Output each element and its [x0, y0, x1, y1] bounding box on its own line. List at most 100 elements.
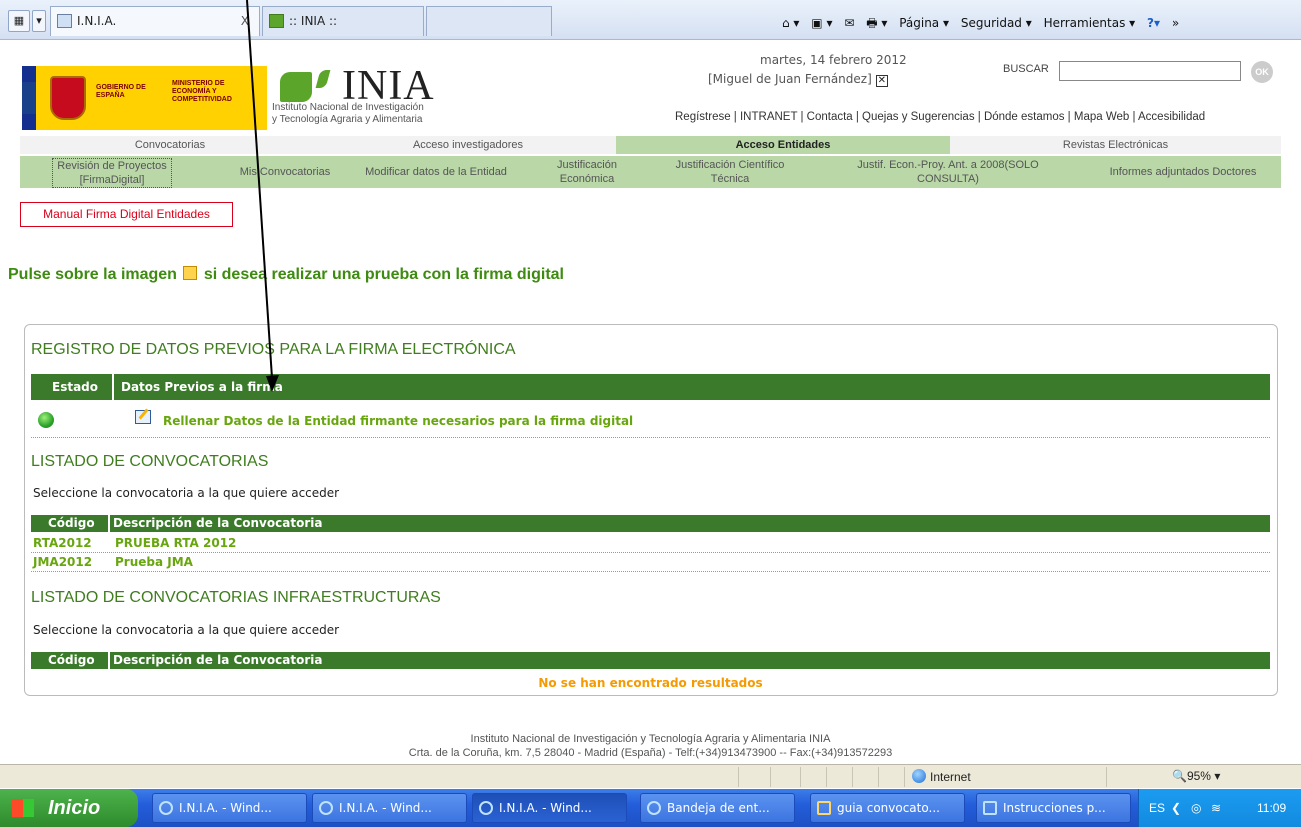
col-datos-previos: Datos Previos a la firma [121, 380, 283, 394]
search-ok-button[interactable]: OK [1251, 61, 1273, 83]
nav-acceso-investigadores[interactable]: Acceso investigadores [320, 136, 616, 154]
tray-network-icon[interactable]: ≋ [1211, 801, 1221, 815]
user-name: [Miguel de Juan Fernández] ✕ [708, 72, 888, 87]
menu-herramientas[interactable]: Herramientas ▾ [1044, 16, 1136, 30]
menu-pagina[interactable]: Página ▾ [899, 16, 949, 30]
mail-icon[interactable]: ✉ [844, 16, 854, 30]
search-input[interactable] [1059, 61, 1241, 81]
tray-app-icon[interactable]: ◎ [1191, 801, 1201, 815]
globe-icon [912, 769, 926, 783]
page-favicon-icon [57, 14, 72, 28]
col-descripcion: Descripción de la Convocatoria [113, 653, 323, 667]
new-tab-button[interactable] [426, 6, 552, 36]
current-date: martes, 14 febrero 2012 [760, 53, 907, 67]
start-button[interactable]: Inicio [0, 789, 138, 827]
footer-name: Instituto Nacional de Investigación y Te… [470, 733, 831, 745]
infra-instructions: Seleccione la convocatoria a la que quie… [33, 623, 340, 637]
language-indicator[interactable]: ES [1149, 801, 1165, 815]
row-code[interactable]: JMA2012 [33, 555, 92, 569]
manual-firma-button[interactable]: Manual Firma Digital Entidades [20, 202, 233, 227]
infra-header: Código Descripción de la Convocatoria [31, 652, 1270, 669]
registro-row: Rellenar Datos de la Entidad firmante ne… [31, 412, 1270, 438]
print-icon[interactable]: 🖶 ▾ [866, 16, 887, 30]
search-label: BUSCAR [1003, 63, 1049, 75]
taskbar-folder[interactable]: guia convocato... [810, 793, 965, 823]
firma-test-instruction: Pulse sobre la imagen si desea realizar … [8, 266, 564, 283]
sub-nav: Revisión de Proyectos [FirmaDigital] Mis… [20, 156, 1281, 188]
listado-instructions: Seleccione la convocatoria a la que quie… [33, 486, 340, 500]
zoom-level[interactable]: 🔍95% ▾ [1172, 769, 1220, 783]
subnav-justificacion-cientifico[interactable]: Justificación Científico Técnica [660, 158, 800, 186]
ie-icon [319, 801, 333, 815]
firma-test-pencil-icon[interactable] [183, 266, 198, 280]
col-descripcion: Descripción de la Convocatoria [113, 516, 323, 530]
gobierno-label: GOBIERNO DE ESPAÑA [96, 84, 146, 99]
top-links[interactable]: Regístrese | INTRANET | Contacta | Queja… [675, 111, 1205, 123]
word-icon [983, 801, 997, 815]
registro-title: REGISTRO DE DATOS PREVIOS PARA LA FIRMA … [31, 341, 516, 358]
feeds-icon[interactable]: ▣ ▾ [811, 16, 832, 30]
ministerio-label: MINISTERIO DE ECONOMÍA Y COMPETITIVIDAD [172, 80, 232, 103]
inia-subtitle: Instituto Nacional de Investigación y Te… [272, 102, 424, 125]
listado-header: Código Descripción de la Convocatoria [31, 515, 1270, 532]
coat-of-arms-icon [50, 76, 86, 120]
tab-title: I.N.I.A. [77, 14, 117, 28]
subnav-modificar-datos[interactable]: Modificar datos de la Entidad [346, 165, 526, 179]
clock: 11:09 [1257, 801, 1287, 815]
taskbar-ie-window[interactable]: I.N.I.A. - Wind... [312, 793, 467, 823]
menu-seguridad[interactable]: Seguridad ▾ [961, 16, 1032, 30]
main-nav: Convocatorias Acceso investigadores Acce… [20, 136, 1281, 154]
taskbar-ie-window[interactable]: I.N.I.A. - Wind... [472, 793, 627, 823]
folder-icon [817, 801, 831, 815]
gobierno-logo[interactable]: GOBIERNO DE ESPAÑA MINISTERIO DE ECONOMÍ… [22, 66, 267, 130]
col-codigo: Código [48, 516, 95, 530]
rellenar-datos-link[interactable]: Rellenar Datos de la Entidad firmante ne… [163, 414, 633, 428]
ie-icon [479, 801, 493, 815]
tab-close-icon[interactable]: X [241, 7, 249, 35]
tab-list-button[interactable]: ▾ [32, 10, 46, 32]
taskbar-word[interactable]: Instrucciones p... [976, 793, 1131, 823]
home-icon[interactable]: ⌂ ▾ [782, 16, 799, 30]
windows-taskbar: Inicio I.N.I.A. - Wind... I.N.I.A. - Win… [0, 789, 1301, 827]
taskbar-ie-window[interactable]: I.N.I.A. - Wind... [152, 793, 307, 823]
infra-title: LISTADO DE CONVOCATORIAS INFRAESTRUCTURA… [31, 589, 441, 606]
listado-title: LISTADO DE CONVOCATORIAS [31, 453, 269, 470]
inia-logo[interactable]: INIA Instituto Nacional de Investigación… [270, 63, 453, 130]
outlook-icon [647, 801, 661, 815]
browser-statusbar: Internet 🔍95% ▾ [0, 764, 1301, 788]
row-desc[interactable]: Prueba JMA [115, 555, 193, 569]
chevron-more-icon[interactable]: » [1172, 16, 1179, 30]
system-tray: ES ❮ ◎ ≋ 11:09 [1138, 789, 1301, 827]
subnav-informes-doctores[interactable]: Informes adjuntados Doctores [1088, 165, 1278, 179]
quick-tabs-button[interactable]: ▦ [8, 10, 30, 32]
subnav-justif-econ-proy-ant[interactable]: Justif. Econ.-Proy. Ant. a 2008(SOLO CON… [828, 158, 1068, 186]
tray-arrow-icon[interactable]: ❮ [1171, 801, 1181, 815]
col-estado: Estado [52, 380, 99, 394]
logout-icon[interactable]: ✕ [875, 75, 888, 87]
inia-favicon-icon [269, 14, 284, 28]
subnav-justificacion-economica[interactable]: Justificación Económica [542, 158, 632, 186]
inia-leaf-small-icon [315, 70, 331, 88]
ie-icon [159, 801, 173, 815]
tab-inia[interactable]: I.N.I.A. X [50, 6, 260, 36]
subnav-mis-convocatorias[interactable]: Mis Convocatorias [226, 165, 344, 179]
security-zone: Internet [912, 769, 971, 784]
browser-toolbar: ▦ ▾ I.N.I.A. X :: INIA :: ⌂ ▾ ▣ ▾ ✉ 🖶 ▾ … [0, 0, 1301, 40]
footer-address: Crta. de la Coruña, km. 7,5 28040 - Madr… [408, 747, 893, 759]
help-icon[interactable]: ?▾ [1147, 16, 1160, 30]
tab-inia-2[interactable]: :: INIA :: [262, 6, 424, 36]
row-code[interactable]: RTA2012 [33, 536, 92, 550]
registro-header: Estado Datos Previos a la firma [31, 374, 1270, 400]
inia-leaf-icon [280, 72, 312, 102]
nav-acceso-entidades[interactable]: Acceso Entidades [616, 136, 950, 154]
tab-title: :: INIA :: [289, 14, 338, 28]
windows-logo-icon [12, 799, 34, 817]
subnav-revision-proyectos[interactable]: Revisión de Proyectos [FirmaDigital] [52, 158, 172, 188]
nav-convocatorias[interactable]: Convocatorias [20, 136, 320, 154]
nav-revistas[interactable]: Revistas Electrónicas [950, 136, 1281, 154]
table-row[interactable]: JMA2012 Prueba JMA [31, 554, 1270, 572]
taskbar-outlook[interactable]: Bandeja de ent... [640, 793, 795, 823]
table-row[interactable]: RTA2012 PRUEBA RTA 2012 [31, 535, 1270, 553]
row-desc[interactable]: PRUEBA RTA 2012 [115, 536, 236, 550]
eu-flag-icon [22, 66, 36, 130]
